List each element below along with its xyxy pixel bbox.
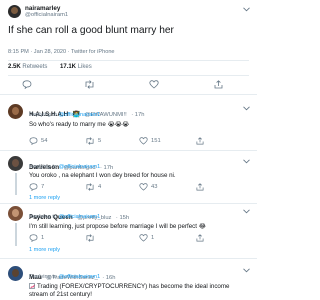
reply-text: You oroko , na elephant I won dey breed … <box>29 172 176 179</box>
reply-time[interactable]: · 17h <box>131 112 144 118</box>
like-icon[interactable] <box>149 80 159 89</box>
show-more-replies-link[interactable]: 1 more reply <box>29 247 60 253</box>
like-icon[interactable] <box>139 234 148 242</box>
divider <box>0 94 257 95</box>
replying-to: Replying to @officialnairam1 <box>29 164 100 170</box>
retweet-count: 4 <box>98 184 102 190</box>
retweets-count: 2.5K <box>8 64 21 70</box>
like-count: 43 <box>151 184 158 190</box>
reply-icon[interactable] <box>22 80 32 89</box>
reply-text-content: I'm still learning, just propose before … <box>29 223 197 230</box>
thread-line <box>15 173 17 195</box>
replying-handle-link[interactable]: @officialnairam1 <box>59 112 101 118</box>
main-display-name[interactable]: nairamarley <box>25 5 60 12</box>
reply-emoji: 😂 <box>198 223 206 230</box>
retweets-stat[interactable]: 2.5K Retweets <box>8 64 47 70</box>
replying-to: Replying to @officialnairam1 <box>29 214 100 220</box>
chevron-down-icon[interactable] <box>243 106 250 111</box>
retweet-icon[interactable] <box>85 183 95 191</box>
chevron-down-icon[interactable] <box>243 159 250 164</box>
reply-text: So who's ready to marry me 😭😭😭 <box>29 121 129 128</box>
replying-to: Replying to @officialnairam1 <box>29 274 100 280</box>
retweet-icon[interactable] <box>85 137 95 145</box>
like-count: 1 <box>151 235 155 241</box>
avatar[interactable] <box>8 206 23 221</box>
avatar[interactable] <box>8 104 23 119</box>
reply-icon[interactable] <box>29 234 38 242</box>
reply-count: 7 <box>41 184 45 190</box>
likes-stat[interactable]: 17.1K Likes <box>60 64 92 70</box>
reply-emoji: 😭😭😭 <box>107 121 130 128</box>
reply-count: 54 <box>41 138 48 144</box>
chevron-down-icon[interactable] <box>243 209 250 214</box>
replying-to: Replying to @officialnairam1 <box>29 112 100 118</box>
replying-handle-link[interactable]: @officialnairam1 <box>59 164 101 170</box>
chevron-down-icon[interactable] <box>243 268 250 273</box>
likes-count: 17.1K <box>60 64 77 70</box>
main-handle[interactable]: @officialnairam1 <box>25 12 68 18</box>
share-icon[interactable] <box>196 183 204 191</box>
divider <box>8 60 249 61</box>
main-timestamp[interactable]: 8:15 PM · Jan 28, 2020 · Twitter for iPh… <box>8 49 115 55</box>
divider <box>0 150 257 151</box>
replying-label: Replying to <box>29 274 57 280</box>
chart-emoji-icon <box>29 283 35 289</box>
reply-text-content: So who's ready to marry me <box>29 121 106 128</box>
retweet-count: 5 <box>98 138 102 144</box>
like-icon[interactable] <box>139 183 148 191</box>
retweets-label: Retweets <box>22 64 48 70</box>
show-more-replies-link[interactable]: 1 more reply <box>29 195 60 201</box>
replying-label: Replying to <box>29 164 57 170</box>
reply-text-line-2: stream of 21st century! <box>29 291 92 298</box>
reply-icon[interactable] <box>29 183 38 191</box>
like-icon[interactable] <box>139 137 148 145</box>
avatar[interactable] <box>8 5 21 18</box>
reply-text: I'm still learning, just propose before … <box>29 223 206 230</box>
reply-text-line-1: Trading (FOREX/CRYPTOCURRENCY) has becom… <box>37 283 230 290</box>
chevron-down-icon[interactable] <box>243 7 250 12</box>
reply-count: 1 <box>41 235 45 241</box>
share-icon[interactable] <box>196 234 204 242</box>
divider <box>0 258 257 259</box>
thread-line <box>15 223 17 246</box>
avatar[interactable] <box>8 156 23 171</box>
divider <box>0 203 257 204</box>
retweet-icon[interactable] <box>85 234 95 242</box>
replying-handle-link[interactable]: @officialnairam1 <box>59 274 101 280</box>
replying-handle-link[interactable]: @officialnairam1 <box>59 214 101 220</box>
reply-time[interactable]: · 17h <box>100 165 113 171</box>
like-count: 151 <box>151 138 161 144</box>
replying-label: Replying to <box>29 214 57 220</box>
retweet-icon[interactable] <box>84 80 95 89</box>
reply-icon[interactable] <box>29 137 38 145</box>
share-icon[interactable] <box>214 80 223 89</box>
main-tweet-text: If she can roll a good blunt marry her <box>8 25 174 36</box>
avatar[interactable] <box>8 266 23 281</box>
share-icon[interactable] <box>196 137 204 145</box>
reply-time[interactable]: · 15h <box>116 215 129 221</box>
divider <box>8 75 249 76</box>
reply-time[interactable]: · 16h <box>102 275 115 281</box>
likes-label: Likes <box>77 64 92 70</box>
replying-label: Replying to <box>29 112 57 118</box>
